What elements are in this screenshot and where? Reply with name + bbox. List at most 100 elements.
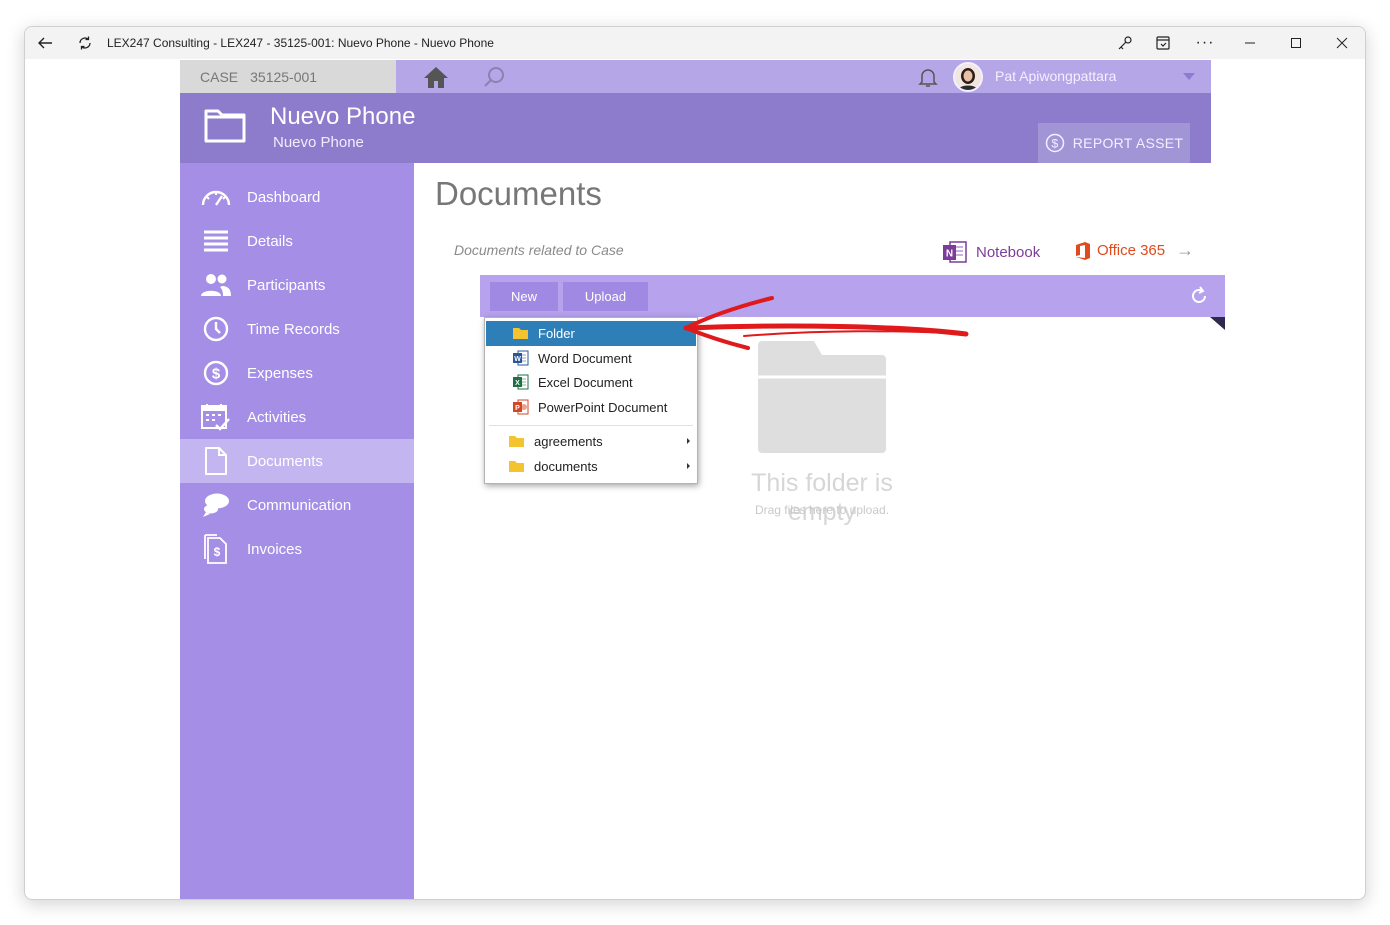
new-menu-dropdown: Folder W Word Document X Excel Document … xyxy=(484,317,698,484)
refresh-icon[interactable] xyxy=(1189,286,1209,306)
menu-item-label: Excel Document xyxy=(538,375,633,390)
reload-icon xyxy=(79,36,91,50)
dollar-circle-icon: $ xyxy=(1045,133,1065,153)
more-button[interactable]: ··· xyxy=(1183,27,1227,59)
page-title: Documents xyxy=(435,175,602,212)
case-header: Nuevo Phone Nuevo Phone $ REPORT ASSET xyxy=(180,93,1211,163)
user-menu-caret-icon[interactable] xyxy=(1183,73,1195,80)
report-asset-button[interactable]: $ REPORT ASSET xyxy=(1038,123,1190,163)
svg-text:P: P xyxy=(515,405,520,412)
excel-icon: X xyxy=(513,374,529,390)
menu-item-folder[interactable]: Folder xyxy=(486,321,696,346)
svg-text:N: N xyxy=(946,249,953,260)
menu-item-label: Folder xyxy=(538,326,575,341)
maximize-button[interactable] xyxy=(1273,27,1319,59)
minimize-button[interactable] xyxy=(1227,27,1273,59)
clock-icon xyxy=(203,316,229,342)
submenu-caret-icon xyxy=(687,463,690,469)
powerpoint-icon: P xyxy=(513,399,529,415)
more-dots-icon: ··· xyxy=(1195,34,1215,51)
menu-item-label: Word Document xyxy=(538,351,632,366)
sidebar-item-dashboard[interactable]: Dashboard xyxy=(180,175,414,219)
dashboard-icon xyxy=(201,190,231,206)
refresh-button[interactable] xyxy=(71,29,99,57)
sidebar-item-label: Time Records xyxy=(247,320,340,338)
sidebar-item-label: Dashboard xyxy=(247,188,321,206)
maximize-icon xyxy=(1291,38,1301,48)
menu-separator xyxy=(489,425,693,426)
word-icon: W xyxy=(513,350,529,366)
bell-icon[interactable] xyxy=(916,65,940,89)
key-icon xyxy=(1118,36,1132,50)
sidebar-item-label: Details xyxy=(247,232,293,250)
details-icon xyxy=(204,230,228,252)
permissions-button[interactable] xyxy=(1107,27,1143,59)
case-selector[interactable]: CASE 35125-001 xyxy=(180,60,396,93)
folder-icon xyxy=(204,109,246,143)
document-icon xyxy=(205,447,227,475)
document-toolbar: New Upload xyxy=(480,275,1225,317)
case-title: Nuevo Phone xyxy=(270,103,416,130)
sidebar-item-label: Activities xyxy=(247,408,307,426)
menu-item-documents[interactable]: documents xyxy=(486,454,696,479)
app-button[interactable] xyxy=(1143,27,1183,59)
notebook-label: Notebook xyxy=(976,243,1041,261)
close-button[interactable] xyxy=(1319,27,1365,59)
menu-item-agreements[interactable]: agreements xyxy=(486,429,696,454)
sidebar-item-details[interactable]: Details xyxy=(180,219,414,263)
svg-text:W: W xyxy=(514,356,521,363)
sidebar-item-activities[interactable]: Activities xyxy=(180,395,414,439)
svg-text:$: $ xyxy=(212,366,221,383)
toolbar-corner-decoration xyxy=(1210,317,1225,330)
case-subtitle: Nuevo Phone xyxy=(273,134,364,151)
title-bar: LEX247 Consulting - LEX247 - 35125-001: … xyxy=(25,27,1365,59)
chat-icon xyxy=(203,493,229,517)
office365-icon xyxy=(1076,241,1090,260)
close-icon xyxy=(1336,37,1348,49)
new-button[interactable]: New xyxy=(490,282,558,311)
sidebar: Dashboard Details Participants Time Reco… xyxy=(180,163,414,899)
office365-link[interactable]: Office 365 → xyxy=(1074,240,1194,261)
onenote-icon: N xyxy=(943,241,967,263)
browser-window: LEX247 Consulting - LEX247 - 35125-001: … xyxy=(24,26,1366,900)
menu-item-label: PowerPoint Document xyxy=(538,400,668,415)
calendar-icon xyxy=(201,404,230,431)
menu-item-powerpoint-document[interactable]: P PowerPoint Document xyxy=(486,395,696,420)
search-icon[interactable] xyxy=(482,65,506,89)
menu-item-word-document[interactable]: W Word Document xyxy=(486,346,696,371)
back-arrow-icon xyxy=(38,37,52,49)
user-name[interactable]: Pat Apiwongpattara xyxy=(995,60,1116,93)
sidebar-item-invoices[interactable]: $ Invoices xyxy=(180,527,414,571)
menu-item-label: documents xyxy=(534,459,598,474)
dollar-icon: $ xyxy=(203,360,229,386)
invoice-icon: $ xyxy=(204,534,227,564)
empty-folder-icon xyxy=(758,341,886,453)
folder-icon xyxy=(513,328,528,339)
sidebar-item-documents[interactable]: Documents xyxy=(180,439,414,483)
svg-text:$: $ xyxy=(214,545,221,559)
minimize-icon xyxy=(1245,42,1255,44)
sidebar-item-label: Invoices xyxy=(247,540,303,558)
participants-icon xyxy=(201,274,231,296)
sidebar-item-participants[interactable]: Participants xyxy=(180,263,414,307)
menu-item-excel-document[interactable]: X Excel Document xyxy=(486,370,696,395)
case-number: 35125-001 xyxy=(250,68,318,85)
sidebar-item-label: Communication xyxy=(247,496,352,514)
svg-text:$: $ xyxy=(1051,137,1058,151)
onenote-notebook-link[interactable]: N Notebook xyxy=(942,240,1040,264)
folder-icon xyxy=(509,461,524,472)
back-button[interactable] xyxy=(31,29,59,57)
avatar[interactable] xyxy=(953,62,983,92)
upload-button[interactable]: Upload xyxy=(563,282,648,311)
documents-panel: Documents Documents related to Case N No… xyxy=(414,163,1225,899)
sidebar-item-communication[interactable]: Communication xyxy=(180,483,414,527)
empty-folder-subtitle[interactable]: Drag files here to upload. xyxy=(714,503,930,517)
report-asset-label: REPORT ASSET xyxy=(1072,135,1184,151)
home-icon[interactable] xyxy=(422,65,450,89)
top-navigation: CASE 35125-001 Pat Apiwongpattara xyxy=(180,60,1211,93)
sidebar-item-expenses[interactable]: $ Expenses xyxy=(180,351,414,395)
sidebar-item-time-records[interactable]: Time Records xyxy=(180,307,414,351)
folder-icon xyxy=(509,436,524,447)
app-window-icon xyxy=(1156,36,1170,50)
sidebar-item-label: Participants xyxy=(247,276,326,294)
